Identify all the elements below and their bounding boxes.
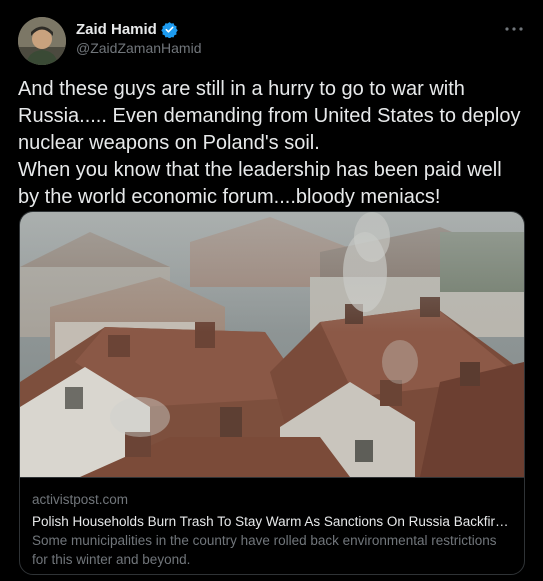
author-display-name[interactable]: Zaid Hamid xyxy=(76,21,157,38)
card-domain: activistpost.com xyxy=(32,492,129,507)
link-preview-card[interactable]: activistpost.com Polish Households Burn … xyxy=(19,211,525,575)
author-name-row: Zaid Hamid xyxy=(76,21,178,39)
verified-badge-icon xyxy=(161,21,178,39)
avatar[interactable] xyxy=(18,17,66,65)
more-horizontal-icon[interactable] xyxy=(503,18,525,40)
card-description: Some municipalities in the country have … xyxy=(32,533,497,567)
card-body: activistpost.com Polish Households Burn … xyxy=(20,477,524,574)
card-title[interactable]: Polish Households Burn Trash To Stay War… xyxy=(32,512,512,531)
tweet: Zaid Hamid @ZaidZamanHamid And these guy… xyxy=(0,0,543,581)
author-handle[interactable]: @ZaidZamanHamid xyxy=(76,40,201,56)
tweet-text: And these guys are still in a hurry to g… xyxy=(18,78,521,208)
card-image[interactable] xyxy=(20,212,524,477)
